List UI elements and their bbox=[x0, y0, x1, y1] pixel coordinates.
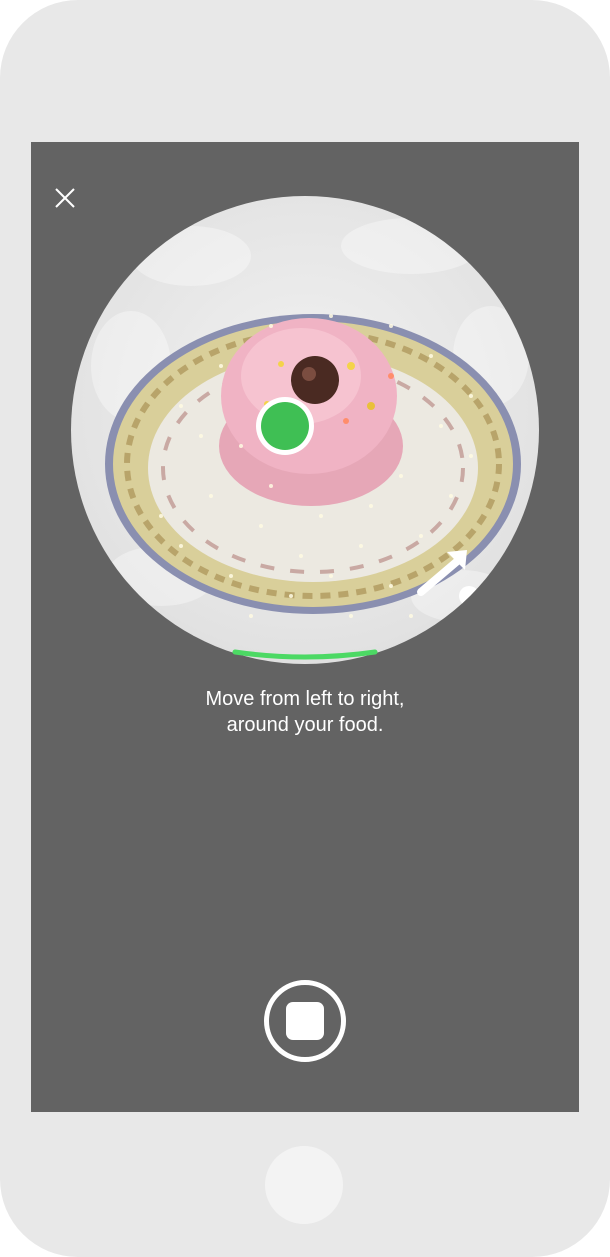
chocolate-topping bbox=[291, 356, 339, 404]
food-scan-preview bbox=[91, 218, 529, 622]
scan-progress-arc bbox=[231, 648, 379, 660]
instruction-line-2: around your food. bbox=[226, 714, 384, 736]
capture-stop-button[interactable] bbox=[264, 980, 346, 1062]
camera-screen: Move from left to right, around your foo… bbox=[31, 142, 579, 1112]
target-dot bbox=[459, 586, 479, 606]
instruction-line-1: Move from left to right, bbox=[205, 688, 405, 710]
home-button[interactable] bbox=[265, 1146, 343, 1224]
phone-frame: Move from left to right, around your foo… bbox=[0, 0, 610, 1257]
camera-viewfinder bbox=[71, 196, 539, 664]
instruction-text: Move from left to right, around your foo… bbox=[31, 686, 579, 738]
stop-square-icon bbox=[286, 1002, 324, 1040]
